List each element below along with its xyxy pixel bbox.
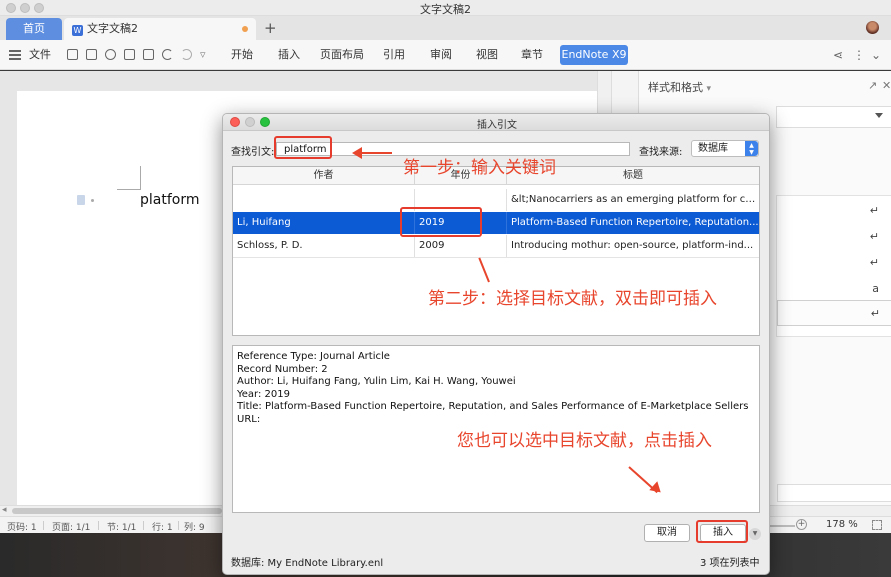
status-pages: 页面: 1/1 [52, 523, 91, 533]
style-set-select[interactable] [776, 106, 891, 128]
menu-chapter[interactable]: 章节 [521, 40, 543, 70]
tab-bar: 首页 W 文字文稿2 + [0, 16, 891, 40]
collapse-ribbon-icon[interactable]: ⌄ [871, 40, 881, 70]
cell-title: Platform-Based Function Repertoire, Repu… [511, 217, 759, 228]
menu-start[interactable]: 开始 [231, 40, 253, 70]
fullscreen-icon[interactable] [872, 520, 882, 530]
style-item[interactable]: ↵ [870, 230, 879, 243]
tab-document[interactable]: W 文字文稿2 [64, 18, 256, 40]
annotation-search-box [274, 136, 332, 159]
status-section: 节: 1/1 [107, 523, 137, 533]
source-label: 查找来源: [639, 147, 683, 158]
undo-icon[interactable] [162, 49, 173, 60]
dialog-title: 插入引文 [477, 120, 517, 131]
annotation-step3: 您也可以选中目标文献，点击插入 [457, 431, 712, 451]
insert-citation-dialog: 插入引文 查找引文: 查找来源: 数据库 ▲▼ 作者 年份 标题 &lt;Nan… [222, 113, 770, 575]
menu-review[interactable]: 审阅 [430, 40, 452, 70]
menu-icon[interactable] [9, 50, 21, 60]
popout-icon[interactable]: ↗ [868, 79, 877, 92]
tab-document-label: 文字文稿2 [87, 22, 138, 35]
print-icon[interactable] [124, 49, 135, 60]
dialog-titlebar: 插入引文 [223, 114, 769, 131]
style-filter-select[interactable] [777, 484, 891, 502]
annotation-insert-box [696, 520, 748, 543]
zoom-level[interactable]: 178 % [826, 519, 858, 530]
close-panel-icon[interactable]: ✕ [882, 79, 891, 92]
cell-author: Li, Huifang [233, 212, 415, 234]
format-painter-icon[interactable] [105, 49, 116, 60]
menu-insert[interactable]: 插入 [278, 40, 300, 70]
writer-doc-icon: W [72, 25, 83, 36]
chevron-down-icon[interactable]: ▿ [200, 40, 206, 70]
arrowhead-icon [352, 147, 362, 159]
document-text[interactable]: platform [140, 192, 200, 208]
unsaved-dot-icon [242, 26, 248, 32]
tab-home[interactable]: 首页 [6, 18, 62, 40]
reference-table: 作者 年份 标题 &lt;Nanocarriers as an emerging… [232, 166, 760, 336]
library-name: 数据库: My EndNote Library.enl [231, 558, 384, 569]
paragraph-handle-icon[interactable] [77, 195, 85, 205]
detail-record: Record Number: 2 [237, 363, 328, 375]
status-row: 行: 1 [152, 523, 173, 533]
bullet-dot-icon [91, 199, 94, 202]
column-header-author[interactable]: 作者 [233, 167, 415, 185]
new-tab-button[interactable]: + [264, 18, 277, 38]
style-list[interactable]: ↵ ↵ ↵ a ↵ [776, 195, 891, 337]
annotation-step1: 第一步：输入关键词 [403, 158, 556, 178]
scroll-thumb[interactable] [12, 508, 222, 514]
detail-type: Reference Type: Journal Article [237, 351, 390, 362]
cell-author [233, 189, 415, 211]
cell-author: Schloss, P. D. [233, 235, 415, 257]
menu-view[interactable]: 视图 [476, 40, 498, 70]
table-row[interactable]: &lt;Nanocarriers as an emerging platform… [233, 189, 759, 211]
cell-title: Introducing mothur: open-source, platfor… [511, 240, 754, 251]
ribbon-toolbar: 文件 ▿ 开始 插入 页面布局 引用 审阅 视图 章节 EndNote X9 ⋖… [0, 40, 891, 70]
table-row[interactable]: Schloss, P. D. 2009 Introducing mothur: … [233, 235, 759, 257]
avatar[interactable] [866, 21, 879, 34]
print-preview-icon[interactable] [143, 49, 154, 60]
save-icon[interactable] [86, 49, 97, 60]
zoom-in-icon[interactable]: + [796, 519, 807, 530]
scroll-left-icon[interactable]: ◂ [2, 505, 7, 515]
status-column: 列: 9 [184, 523, 205, 533]
menu-page-layout[interactable]: 页面布局 [320, 40, 364, 70]
window-titlebar: 文字文稿2 [0, 0, 891, 16]
annotation-year-box [400, 207, 482, 237]
style-item[interactable]: ↵ [870, 256, 879, 269]
redo-icon[interactable] [181, 49, 192, 60]
detail-year: Year: 2019 [237, 388, 290, 400]
detail-title: Title: Platform-Based Function Repertoir… [237, 401, 749, 412]
item-count: 3 项在列表中 [700, 558, 760, 569]
cell-year: 2009 [415, 235, 507, 257]
margin-corner-mark [117, 166, 141, 190]
status-page-number: 页码: 1 [7, 523, 37, 533]
cell-title: &lt;Nanocarriers as an emerging platform… [511, 194, 759, 205]
detail-url: URL: [237, 413, 261, 425]
file-menu[interactable]: 文件 [29, 40, 51, 70]
detail-author: Author: Li, Huifang Fang, Yulin Lim, Kai… [237, 376, 516, 387]
style-item[interactable]: a [872, 282, 879, 295]
search-label: 查找引文: [231, 147, 275, 158]
style-item[interactable]: ↵ [870, 204, 879, 217]
menu-references[interactable]: 引用 [383, 40, 405, 70]
styles-panel-title: 样式和格式 ▾ [648, 81, 712, 94]
open-icon[interactable] [67, 49, 78, 60]
chevron-updown-icon: ▲ ▼ [745, 141, 758, 156]
insert-options-chevron-icon[interactable]: ▼ [749, 528, 761, 540]
share-icon[interactable]: ⋖ [833, 40, 843, 70]
cancel-button[interactable]: 取消 [644, 524, 690, 542]
window-title: 文字文稿2 [420, 3, 471, 16]
source-select[interactable]: 数据库 ▲ ▼ [691, 140, 759, 157]
style-item-selected[interactable]: ↵ [777, 300, 891, 326]
table-row-selected[interactable]: Li, Huifang 2019 Platform-Based Function… [233, 212, 759, 234]
menu-endnote[interactable]: EndNote X9 [560, 45, 628, 65]
more-icon[interactable]: ⋮ [853, 40, 865, 70]
annotation-step2: 第二步：选择目标文献，双击即可插入 [428, 289, 717, 309]
source-select-value: 数据库 [698, 143, 728, 154]
